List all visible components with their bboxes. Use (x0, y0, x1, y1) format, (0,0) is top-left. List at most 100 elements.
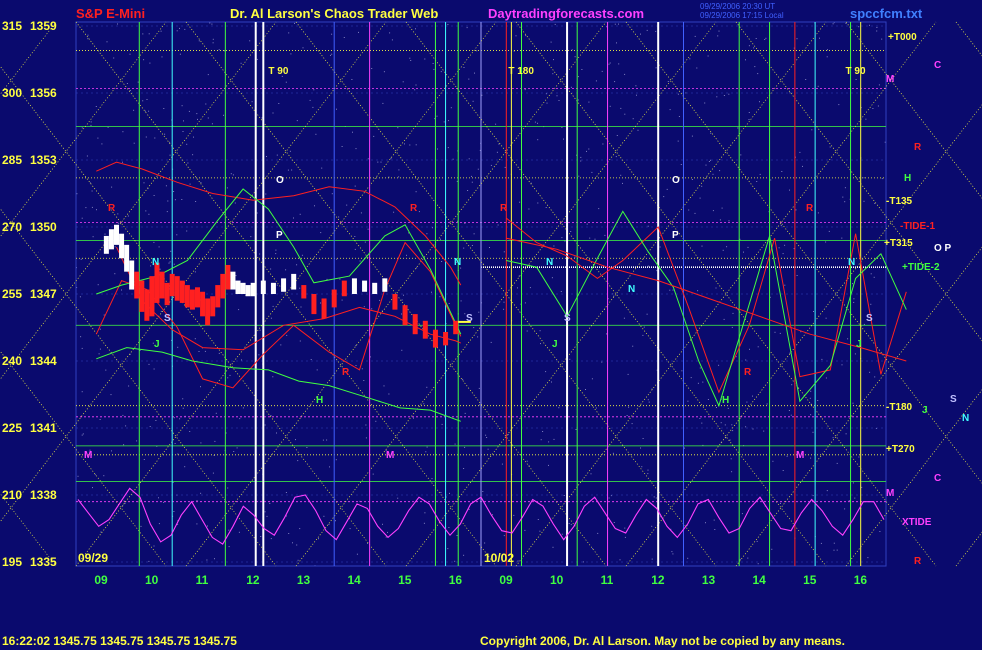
star (77, 475, 79, 477)
star (196, 113, 198, 115)
star (578, 175, 580, 177)
star (872, 108, 874, 109)
star (410, 60, 412, 61)
star (452, 158, 454, 160)
price-bar (174, 276, 180, 301)
star (570, 86, 572, 88)
star (343, 37, 345, 38)
star (788, 410, 790, 411)
star (881, 178, 883, 180)
star (92, 236, 94, 238)
star (560, 291, 562, 292)
star (715, 287, 717, 289)
angle-tick-label: 195 (2, 555, 22, 569)
star (150, 265, 152, 267)
star (335, 459, 337, 461)
star (774, 331, 776, 333)
star (825, 317, 827, 319)
star (874, 202, 876, 204)
star (153, 241, 155, 243)
star (726, 246, 728, 248)
angle-tick-label: 270 (2, 220, 22, 234)
price-bar (443, 331, 449, 346)
star (111, 186, 113, 188)
star (194, 271, 196, 273)
star (568, 523, 570, 524)
price-bar (220, 273, 226, 299)
title-site[interactable]: Daytradingforecasts.com (488, 6, 644, 21)
star (403, 294, 404, 296)
star (189, 183, 191, 185)
star (313, 89, 315, 91)
star (752, 395, 753, 397)
star (272, 376, 274, 378)
star (618, 63, 620, 65)
star (825, 241, 827, 243)
star (293, 217, 294, 219)
star (256, 58, 258, 60)
star (495, 123, 497, 125)
star (449, 492, 450, 494)
star (525, 35, 527, 37)
star (85, 207, 87, 209)
star (140, 525, 142, 527)
star (182, 131, 184, 132)
star (854, 497, 856, 499)
star (540, 439, 542, 441)
star (752, 428, 754, 430)
star (330, 54, 331, 56)
star (613, 295, 615, 297)
star (869, 24, 870, 26)
star (836, 462, 838, 464)
right-label: R (914, 556, 922, 567)
angle-tick-label: 285 (2, 153, 22, 167)
star (699, 197, 701, 199)
star (295, 439, 296, 441)
star (250, 236, 252, 238)
star (561, 126, 563, 128)
star (264, 511, 266, 513)
star (790, 414, 792, 416)
hour-tick-label: 11 (601, 573, 614, 587)
star (389, 32, 391, 34)
star (491, 514, 493, 516)
star (597, 532, 599, 534)
star (464, 222, 466, 224)
star (182, 407, 184, 409)
hour-tick-label: 14 (347, 573, 361, 587)
star (354, 248, 356, 250)
star (574, 256, 576, 258)
star (539, 530, 541, 532)
star (503, 308, 505, 310)
star (745, 426, 747, 428)
star (200, 442, 202, 444)
star (757, 73, 759, 75)
star (292, 542, 293, 544)
star (260, 536, 262, 537)
star (832, 437, 834, 439)
star (316, 369, 318, 371)
star (802, 165, 803, 167)
star (177, 346, 179, 348)
star (853, 298, 855, 300)
marker-h: H (722, 395, 729, 406)
price-bar (240, 282, 246, 294)
star (388, 176, 390, 178)
star (471, 175, 472, 177)
star (149, 62, 151, 64)
price-bar (134, 271, 140, 299)
star (186, 230, 188, 232)
star (878, 84, 880, 86)
star (358, 31, 359, 33)
price-bar (351, 278, 357, 294)
star (380, 161, 382, 163)
star (331, 193, 333, 195)
star (677, 140, 679, 142)
title-left: S&P E-Mini (76, 6, 145, 21)
star (401, 349, 403, 351)
star (206, 559, 208, 561)
star (143, 182, 145, 184)
star (747, 557, 749, 559)
star (479, 404, 481, 406)
star (688, 209, 690, 211)
